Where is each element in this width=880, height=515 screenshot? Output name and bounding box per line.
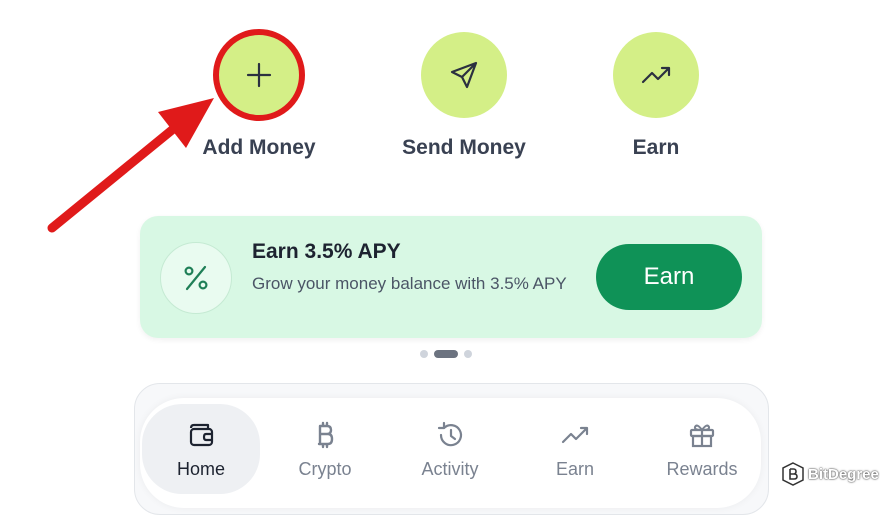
earn-button[interactable]: Earn [596,244,742,310]
send-money-label: Send Money [402,136,526,159]
carousel-indicator[interactable] [420,350,472,358]
add-money-label: Add Money [202,136,316,159]
nav-item-rewards[interactable]: Rewards [643,398,761,494]
promo-description: Grow your money balance with 3.5% APY [252,274,567,293]
nav-label-rewards: Rewards [666,459,738,479]
watermark-text: BitDegree [808,465,879,483]
bitcoin-icon [317,421,334,449]
bitdegree-watermark: BitDegree [782,462,879,486]
apy-promo-card: Earn 3.5% APY Grow your money balance wi… [140,216,762,338]
percent-icon [184,265,208,291]
carousel-dot[interactable] [464,350,472,358]
nav-item-home[interactable]: Home [142,404,260,494]
nav-label-crypto: Crypto [298,459,352,479]
nav-item-activity[interactable]: Activity [391,398,509,494]
gift-icon [689,424,715,448]
wallet-icon [189,423,214,447]
bitdegree-logo-icon [782,462,804,486]
nav-label-earn: Earn [555,459,595,479]
add-money-button[interactable] [213,29,305,121]
nav-item-earn[interactable]: Earn [516,398,634,494]
send-money-button[interactable] [421,32,507,118]
nav-label-home: Home [176,459,225,479]
send-icon [450,61,478,89]
nav-label-activity: Activity [421,459,479,479]
earn-action-label: Earn [632,136,680,159]
bottom-nav: Home Crypto Activity Earn Rewards [140,398,761,508]
trending-up-icon [561,426,589,444]
trending-up-icon [641,66,671,84]
add-money-action[interactable]: Add Money [174,29,344,160]
history-icon [437,421,463,447]
earn-action-button[interactable] [613,32,699,118]
earn-action[interactable]: Earn [571,32,741,160]
nav-item-crypto[interactable]: Crypto [266,398,384,494]
plus-icon [246,62,272,88]
send-money-action[interactable]: Send Money [379,32,549,160]
percent-badge [160,242,232,314]
carousel-dot[interactable] [420,350,428,358]
carousel-dot-active[interactable] [434,350,458,358]
promo-title: Earn 3.5% APY [252,240,401,263]
